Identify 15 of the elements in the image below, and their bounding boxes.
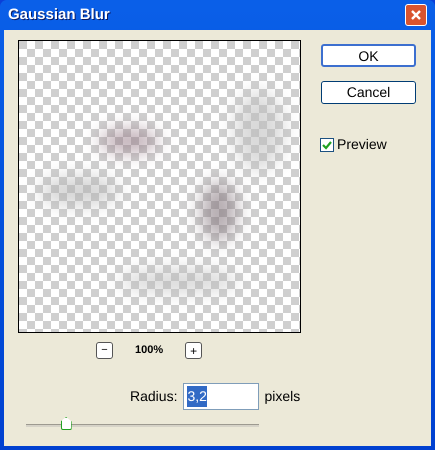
zoom-level: 100% — [135, 343, 164, 358]
dialog-button[interactable]: Cancel — [321, 81, 416, 104]
close-icon — [410, 9, 422, 21]
check-icon — [322, 140, 332, 150]
window-title: Gaussian Blur — [8, 4, 110, 25]
unit-label: pixels — [264, 387, 300, 406]
slider-thumb[interactable] — [60, 417, 72, 430]
zoom-out-button[interactable]: − — [96, 342, 113, 359]
preview-checkbox[interactable] — [320, 138, 334, 152]
radius-label: Radius: — [130, 387, 178, 406]
close-button[interactable] — [405, 4, 427, 26]
checkbox-label: Preview — [337, 135, 387, 154]
dialog-button[interactable]: OK — [321, 44, 416, 67]
zoom-in-button[interactable]: + — [185, 342, 202, 359]
radius-field[interactable]: 3,2 — [183, 383, 260, 410]
